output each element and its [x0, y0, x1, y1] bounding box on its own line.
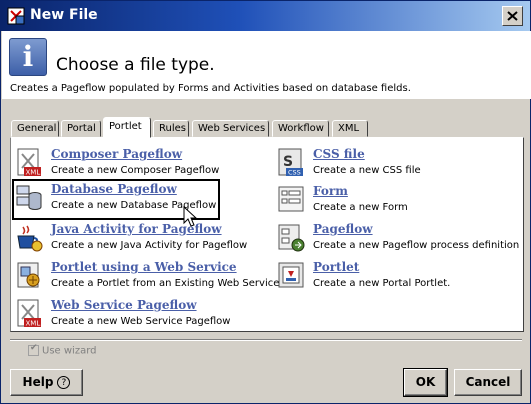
info-icon: i: [9, 38, 47, 76]
item-web-service-pageflow[interactable]: XML Web Service Pageflow Create a new We…: [14, 297, 254, 333]
pageflow-icon: [278, 224, 305, 252]
portlet-icon: [278, 262, 304, 288]
item-portlet-web-service[interactable]: Portlet using a Web Service Create a Por…: [14, 259, 283, 295]
item-form[interactable]: Form Create a new Form: [276, 183, 516, 219]
page-description: Creates a Pageflow populated by Forms an…: [10, 83, 411, 94]
tab-general[interactable]: General: [11, 120, 59, 137]
help-label: Help: [22, 375, 54, 389]
ok-button[interactable]: OK: [403, 368, 448, 397]
item-description: Create a Portlet from an Existing Web Se…: [51, 278, 283, 289]
form-icon: [278, 186, 304, 212]
item-portlet[interactable]: Portlet Create a new Portal Portlet.: [276, 259, 516, 295]
item-name[interactable]: Composer Pageflow: [51, 147, 182, 161]
item-description: Create a new Portal Portlet.: [313, 278, 451, 289]
help-question-icon: ?: [57, 376, 71, 389]
tab-workflow[interactable]: Workflow: [272, 120, 329, 137]
portlet-webservice-icon: [17, 262, 40, 288]
header-area: i Choose a file type. Creates a Pageflow…: [2, 31, 531, 99]
item-name[interactable]: CSS file: [313, 147, 365, 161]
close-icon: [507, 11, 518, 21]
new-file-dialog: New File i Choose a file type. Creates a…: [0, 0, 531, 404]
close-button[interactable]: [502, 6, 523, 26]
mouse-cursor-icon: [183, 206, 197, 227]
tab-xml[interactable]: XML: [332, 120, 368, 137]
item-name[interactable]: Pageflow: [313, 222, 373, 236]
svg-text:XML: XML: [26, 320, 41, 328]
java-cup-icon: [17, 225, 43, 252]
cancel-button[interactable]: Cancel: [454, 369, 522, 396]
item-description: Create a new Pageflow process definition: [313, 240, 520, 251]
svg-text:XML: XML: [26, 169, 41, 177]
item-name[interactable]: Web Service Pageflow: [51, 298, 197, 312]
item-css-file[interactable]: S CSS CSS file Create a new CSS file: [276, 146, 516, 182]
item-description: Create a new CSS file: [313, 165, 421, 176]
item-description: Create a new Form: [313, 202, 408, 213]
tab-web-services[interactable]: Web Services: [192, 120, 269, 137]
tab-portal[interactable]: Portal: [61, 120, 101, 137]
item-java-activity[interactable]: Java Activity for Pageflow Create a new …: [14, 221, 254, 257]
title-bar[interactable]: New File: [1, 1, 530, 31]
xml-document-icon: XML: [17, 299, 41, 328]
checkbox-icon[interactable]: [28, 343, 39, 356]
item-name[interactable]: Database Pageflow: [51, 182, 177, 196]
css-file-icon: S CSS: [278, 148, 303, 177]
use-wizard-label: Use wizard: [42, 345, 97, 357]
item-pageflow[interactable]: Pageflow Create a new Pageflow process d…: [276, 221, 521, 257]
svg-text:CSS: CSS: [288, 169, 301, 177]
window-title: New File: [30, 7, 98, 23]
tab-rules[interactable]: Rules: [153, 120, 189, 137]
use-wizard-checkbox[interactable]: Use wizard: [28, 343, 97, 357]
item-name[interactable]: Portlet using a Web Service: [51, 260, 237, 274]
item-description: Create a new Composer Pageflow: [51, 165, 220, 176]
item-description: Create a new Java Activity for Pageflow: [51, 240, 248, 251]
file-type-list: XML Composer Pageflow Create a new Compo…: [10, 137, 524, 332]
item-name[interactable]: Portlet: [313, 260, 359, 274]
item-name[interactable]: Form: [313, 184, 348, 198]
page-title: Choose a file type.: [56, 55, 215, 75]
xml-document-icon: XML: [17, 148, 41, 177]
database-pageflow-icon: [16, 185, 42, 210]
help-button[interactable]: Help?: [10, 369, 83, 396]
tab-portlet[interactable]: Portlet: [103, 117, 151, 138]
app-icon: [7, 7, 25, 25]
item-composer-pageflow[interactable]: XML Composer Pageflow Create a new Compo…: [14, 146, 254, 182]
item-description: Create a new Web Service Pageflow: [51, 316, 231, 327]
footer-divider: [10, 339, 522, 341]
